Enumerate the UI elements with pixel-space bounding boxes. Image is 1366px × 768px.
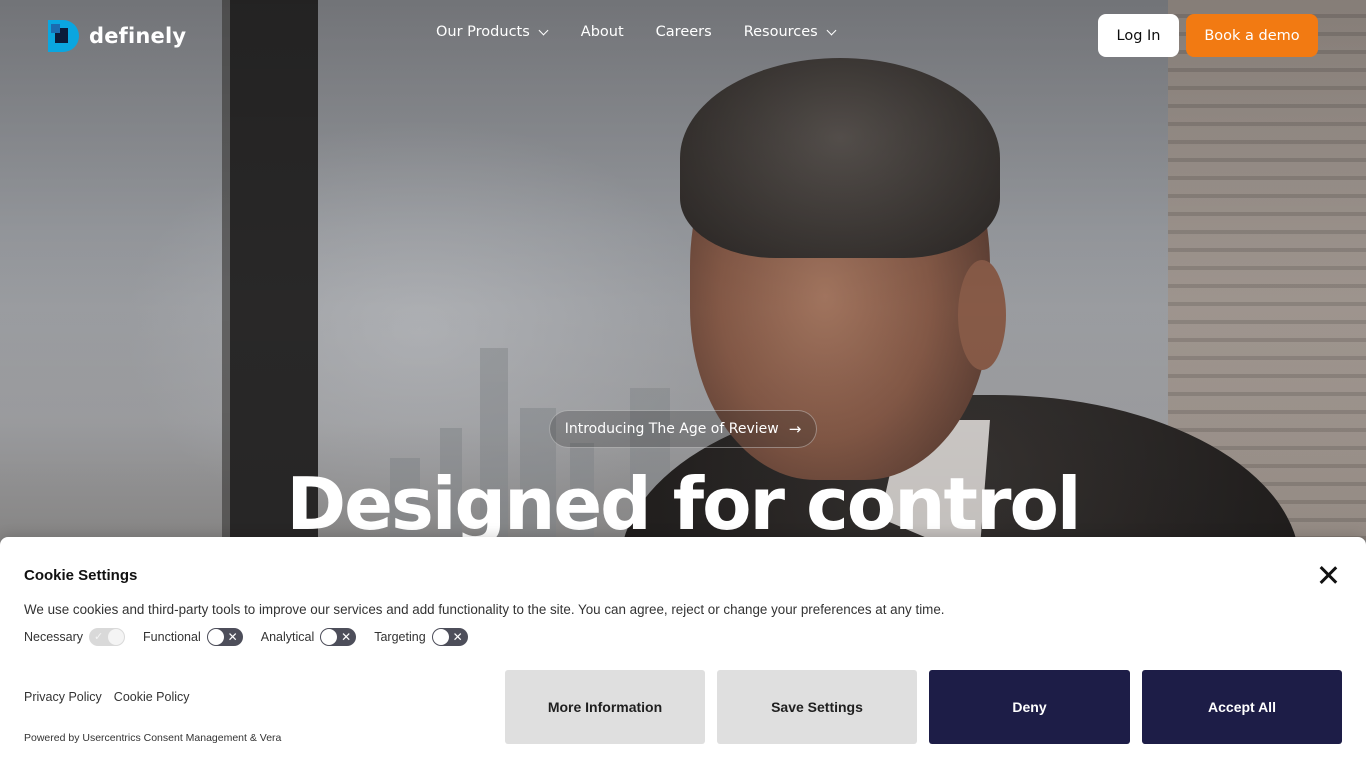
x-icon: ✕ <box>341 630 352 644</box>
policy-links: Privacy Policy Cookie Policy <box>24 690 190 704</box>
menu-resources[interactable]: Resources <box>743 24 837 40</box>
menu-label: About <box>580 24 624 40</box>
logo[interactable]: definely <box>48 20 186 52</box>
analytical-switch[interactable]: ✕ <box>320 628 357 646</box>
necessary-switch: ✓ <box>89 628 126 646</box>
x-icon: ✕ <box>227 630 238 644</box>
main-menu: Our Products About Careers Resources <box>436 24 837 40</box>
targeting-switch[interactable]: ✕ <box>431 628 468 646</box>
cookie-toggles: Necessary ✓ Functional ✕ Analytical ✕ Ta… <box>24 628 486 646</box>
toggle-functional: Functional ✕ <box>143 628 243 646</box>
toggle-label: Targeting <box>374 630 426 644</box>
logo-text: definely <box>89 24 187 48</box>
toggle-label: Functional <box>143 630 201 644</box>
login-button[interactable]: Log In <box>1098 14 1179 57</box>
cookie-banner: Cookie Settings We use cookies and third… <box>0 537 1366 768</box>
menu-about[interactable]: About <box>581 24 624 40</box>
cookie-description: We use cookies and third-party tools to … <box>24 602 945 617</box>
arrow-right-icon: → <box>788 420 802 438</box>
menu-label: Our Products <box>436 24 530 40</box>
toggle-label: Necessary <box>24 630 84 644</box>
menu-label: Careers <box>655 24 712 40</box>
toggle-necessary: Necessary ✓ <box>24 628 126 646</box>
accept-all-button[interactable]: Accept All <box>1142 670 1342 744</box>
save-settings-button[interactable]: Save Settings <box>717 670 917 744</box>
chevron-down-icon <box>538 25 549 35</box>
toggle-analytical: Analytical ✕ <box>261 628 357 646</box>
powered-by: Powered by Usercentrics Consent Manageme… <box>24 732 282 744</box>
toggle-label: Analytical <box>260 630 315 644</box>
close-icon[interactable] <box>1316 563 1340 587</box>
chevron-down-icon <box>826 25 837 35</box>
announcement-text: Introducing The Age of Review <box>564 421 779 437</box>
cookie-title: Cookie Settings <box>24 567 138 584</box>
toggle-targeting: Targeting ✕ <box>374 628 468 646</box>
cookie-policy-link[interactable]: Cookie Policy <box>114 690 190 704</box>
menu-label: Resources <box>743 24 818 40</box>
deny-button[interactable]: Deny <box>929 670 1130 744</box>
privacy-policy-link[interactable]: Privacy Policy <box>24 690 102 704</box>
x-icon: ✕ <box>452 630 463 644</box>
menu-our-products[interactable]: Our Products <box>436 24 549 40</box>
announcement-pill[interactable]: Introducing The Age of Review → <box>549 410 817 448</box>
check-icon: ✓ <box>94 631 104 643</box>
book-demo-button[interactable]: Book a demo <box>1186 14 1318 57</box>
logo-icon <box>48 20 79 52</box>
functional-switch[interactable]: ✕ <box>206 628 243 646</box>
menu-careers[interactable]: Careers <box>656 24 712 40</box>
hero-headline: Designed for control <box>286 462 1081 546</box>
top-navigation: definely Our Products About Careers Reso… <box>0 0 1366 72</box>
more-information-button[interactable]: More Information <box>505 670 705 744</box>
